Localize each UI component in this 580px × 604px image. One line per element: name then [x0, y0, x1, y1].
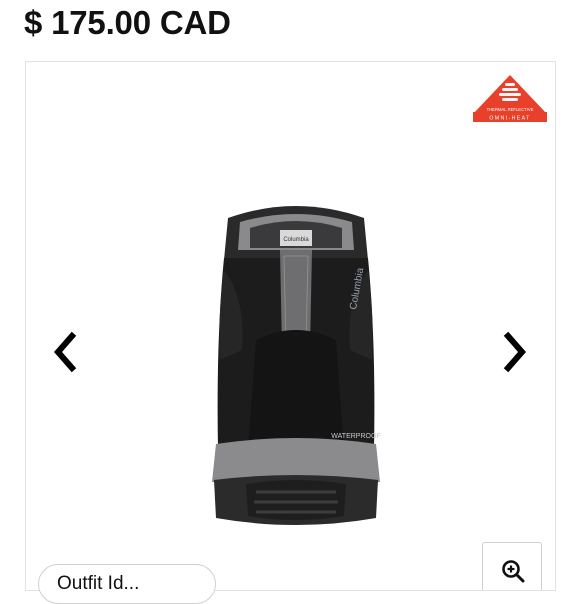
product-boot-image: Columbia Columbia WATERPROOF	[212, 206, 381, 525]
zoom-in-icon	[502, 560, 525, 583]
badge-text-top: THERMAL REFLECTIVE	[487, 107, 534, 112]
product-image-gallery[interactable]: THERMAL REFLECTIVE OMNI-HEAT Columbia Co…	[25, 61, 556, 591]
badge-text-bottom: OMNI-HEAT	[489, 116, 530, 122]
boot-brand-label: Columbia	[283, 237, 309, 243]
chevron-left-icon[interactable]	[50, 330, 80, 374]
outfit-id-button[interactable]: Outfit Id...	[38, 564, 216, 604]
boot-waterproof-label: WATERPROOF	[331, 433, 380, 440]
zoom-button[interactable]	[482, 542, 542, 590]
omni-heat-badge: THERMAL REFLECTIVE OMNI-HEAT	[473, 75, 547, 122]
chevron-right-icon[interactable]	[500, 330, 530, 374]
product-price: $ 175.00 CAD	[24, 4, 231, 41]
